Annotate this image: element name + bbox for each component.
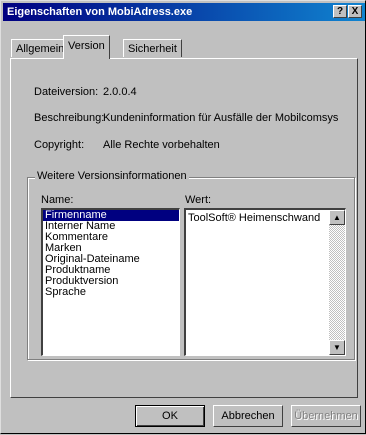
scroll-down-arrow-icon[interactable]: ▼ — [329, 340, 345, 355]
copyright-label: Copyright: — [34, 139, 85, 151]
properties-dialog: Eigenschaften von MobiAdress.exe ? X All… — [0, 0, 366, 434]
value-text: ToolSoft® Heimenschwand — [188, 212, 321, 224]
file-version-value: 2.0.0.4 — [103, 86, 137, 98]
ok-button-label: OK — [162, 410, 178, 422]
description-label: Beschreibung: — [34, 112, 105, 124]
cancel-button-label: Abbrechen — [221, 410, 275, 422]
ok-button[interactable]: OK — [135, 405, 205, 427]
name-list[interactable]: Firmenname Interner Name Kommentare Marken O… — [41, 208, 180, 356]
value-box[interactable]: ToolSoft® Heimenschwand ▲ ▼ — [184, 208, 346, 356]
scroll-up-arrow-icon[interactable]: ▲ — [329, 210, 345, 225]
apply-button-label: Übernehmen — [294, 410, 358, 422]
name-list-item[interactable]: Sprache — [43, 287, 179, 298]
value-column-header: Wert: — [185, 194, 212, 206]
value-scrollbar[interactable]: ▲ ▼ — [329, 210, 345, 355]
description-value: Kundeninformation für Ausfälle der Mobil… — [103, 112, 339, 124]
copyright-value: Alle Rechte vorbehalten — [103, 139, 220, 151]
name-column-header: Name: — [41, 194, 74, 206]
apply-button[interactable]: Übernehmen — [291, 405, 361, 427]
group-title: Weitere Versionsinformationen — [35, 170, 189, 182]
file-version-label: Dateiversion: — [34, 86, 99, 98]
cancel-button[interactable]: Abbrechen — [213, 405, 283, 427]
